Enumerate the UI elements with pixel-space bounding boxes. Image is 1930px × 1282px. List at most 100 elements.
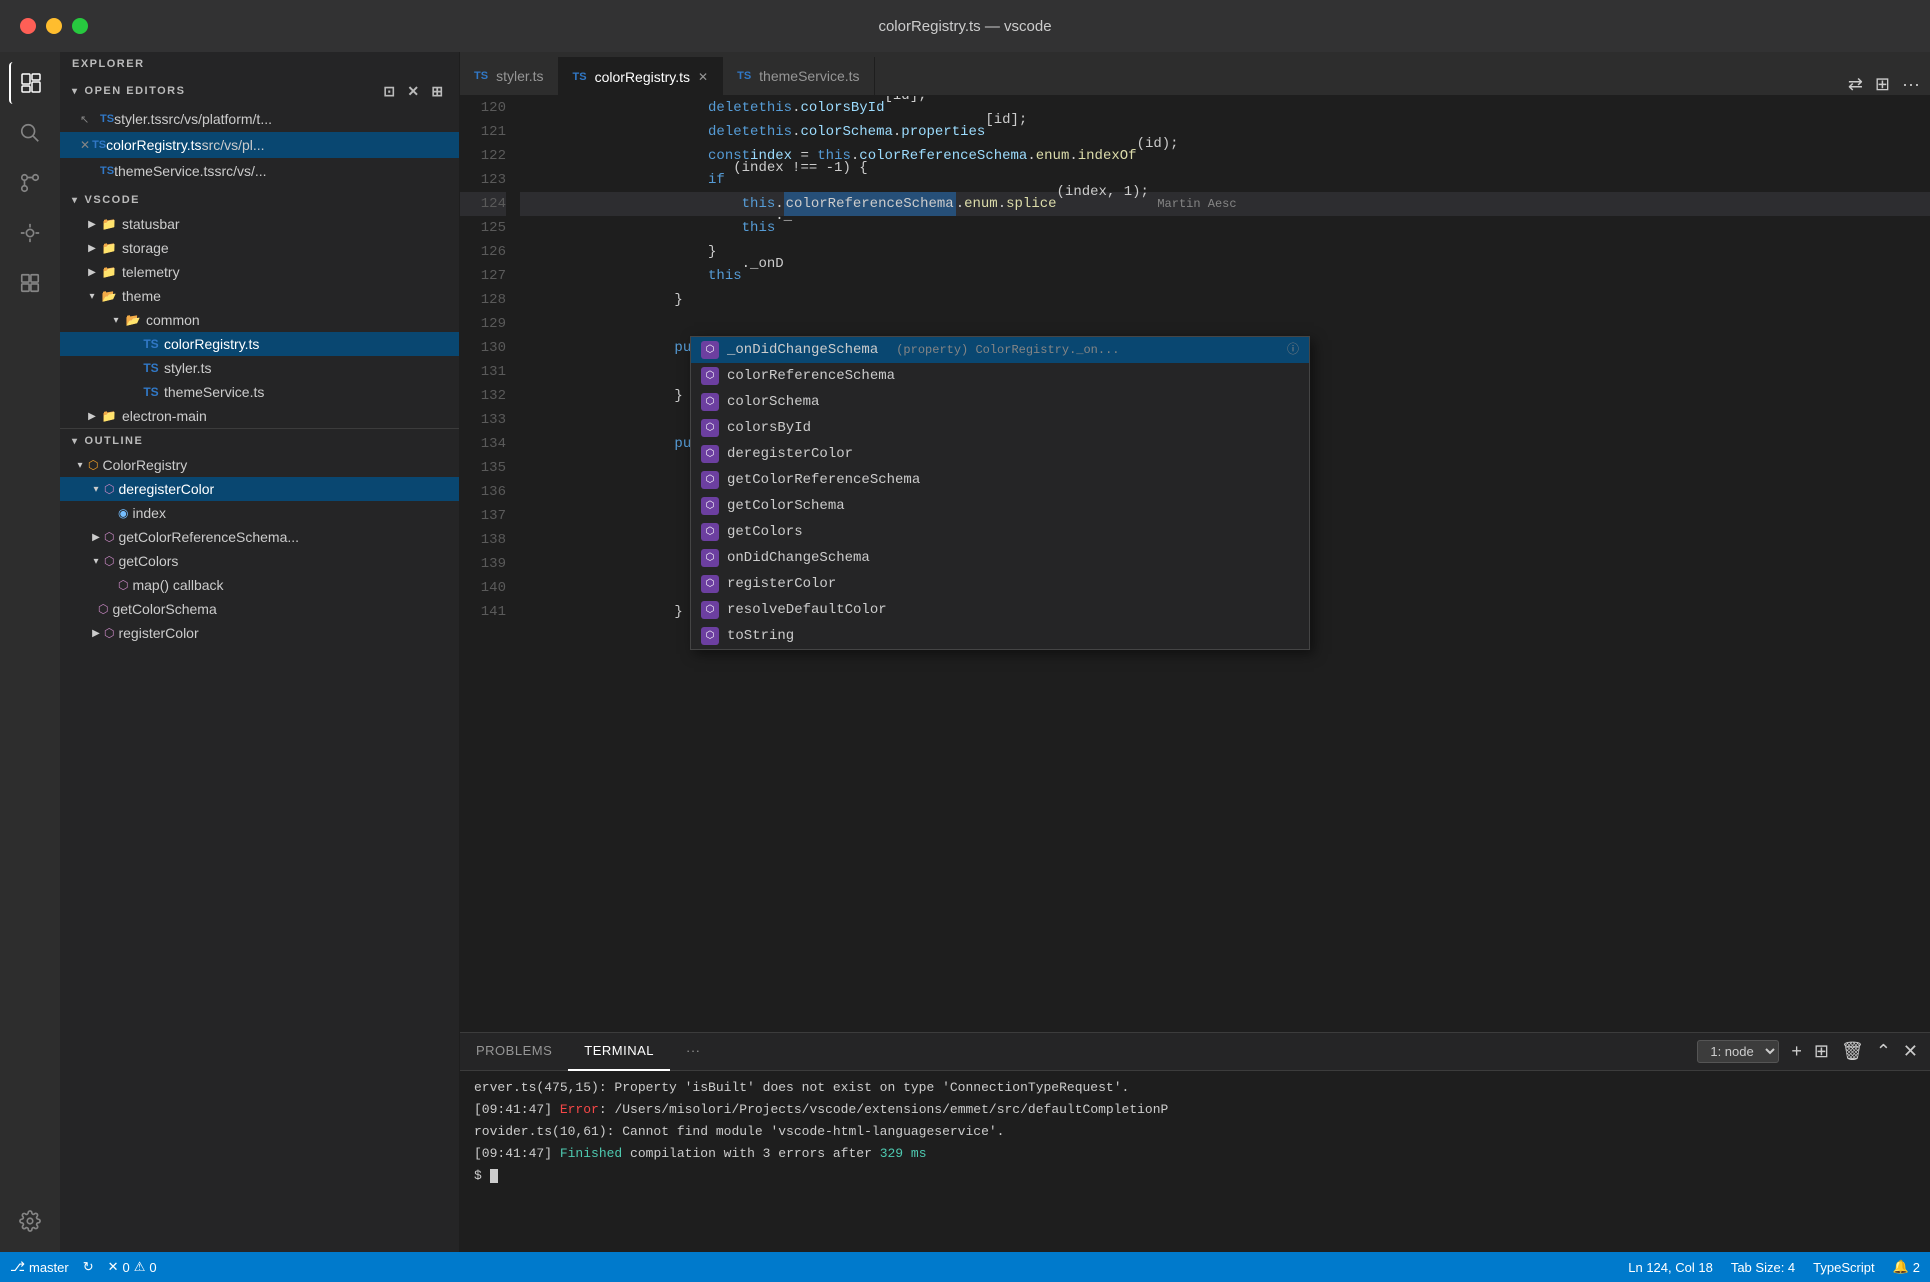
open-editor-colorregistry[interactable]: ✕ TS colorRegistry.ts src/vs/pl... [60,132,459,158]
ac-property-icon: ⬡ [701,341,719,359]
ac-item-getColors[interactable]: ⬡ getColors [691,519,1309,545]
git-branch[interactable]: ⎇ master [10,1259,69,1275]
error-icon: ✕ [108,1259,119,1275]
maximize-button[interactable] [72,18,88,34]
expand-arrow-icon: ▶ [84,216,100,232]
method-icon: ⬡ [104,626,114,640]
open-editor-styler[interactable]: ↖ TS styler.ts src/vs/platform/t... [60,106,459,132]
more-actions-icon[interactable]: ··· [1902,74,1920,95]
tree-colorregistry[interactable]: TS colorRegistry.ts [60,332,459,356]
activity-debug[interactable] [9,212,51,254]
code-line-120: delete this.colorsById[id]; [520,96,1930,120]
autocomplete-dropdown[interactable]: ⬡ _onDidChangeSchema (property) ColorReg… [690,336,1310,650]
warning-count: 0 [149,1260,156,1275]
tree-electron-main[interactable]: ▶ 📁 electron-main [60,404,459,428]
tree-theme[interactable]: ▾ 📂 theme [60,284,459,308]
ac-item-getColorSchema[interactable]: ⬡ getColorSchema [691,493,1309,519]
ac-item-colorReferenceSchema[interactable]: ⬡ colorReferenceSchema [691,363,1309,389]
cursor-position[interactable]: Ln 124, Col 18 [1628,1260,1713,1275]
tree-styler[interactable]: TS styler.ts [60,356,459,380]
split-terminal-icon[interactable]: ⊞ [1814,1041,1829,1062]
outline-header[interactable]: ▾ OUTLINE [60,429,459,453]
ac-item-colorSchema[interactable]: ⬡ colorSchema [691,389,1309,415]
toggle-panel-icon[interactable]: ⊞ [1875,74,1890,95]
tree-common[interactable]: ▾ 📂 common [60,308,459,332]
tree-storage[interactable]: ▶ 📁 storage [60,236,459,260]
outline-deregistercolor[interactable]: ▾ ⬡ deregisterColor [60,477,459,501]
activity-settings[interactable] [9,1200,51,1242]
panel-tab-terminal[interactable]: TERMINAL [568,1033,670,1071]
ac-item-onDidChangeSchema[interactable]: ⬡ onDidChangeSchema [691,545,1309,571]
minimize-button[interactable] [46,18,62,34]
tab-close-icon[interactable]: ✕ [698,70,708,84]
terminal-content[interactable]: erver.ts(475,15): Property 'isBuilt' doe… [460,1071,1930,1252]
tab-colorregistry[interactable]: TS colorRegistry.ts ✕ [559,57,724,95]
terminal-selector[interactable]: 1: node [1697,1040,1779,1063]
tree-statusbar[interactable]: ▶ 📁 statusbar [60,212,459,236]
outline-colorregistry[interactable]: ▾ ⬡ ColorRegistry [60,453,459,477]
terminal-line-3: rovider.ts(10,61): Cannot find module 'v… [474,1121,1916,1143]
outline-index[interactable]: ◉ index [60,501,459,525]
bell-icon: 🔔 [1893,1259,1909,1275]
add-terminal-icon[interactable]: + [1791,1041,1802,1062]
expand-arrow-icon: ▶ [84,240,100,256]
file-tree: ↖ TS styler.ts src/vs/platform/t... ✕ TS… [60,106,459,1252]
ac-property-icon: ⬡ [701,393,719,411]
ac-method-icon: ⬡ [701,601,719,619]
panel-tab-problems[interactable]: PROBLEMS [460,1033,568,1071]
close-panel-icon[interactable]: ✕ [1903,1041,1918,1062]
language-mode[interactable]: TypeScript [1813,1260,1874,1275]
ac-item-resolveDefaultColor[interactable]: ⬡ resolveDefaultColor [691,597,1309,623]
tree-themeservice[interactable]: TS themeService.ts [60,380,459,404]
branch-name: master [29,1260,69,1275]
close-all-icon[interactable]: ✕ [405,82,423,100]
warning-icon: ⚠ [134,1259,146,1275]
ac-item-getColorReferenceSchema[interactable]: ⬡ getColorReferenceSchema [691,467,1309,493]
activity-extensions[interactable] [9,262,51,304]
activity-bar [0,52,60,1252]
ac-item-registerColor[interactable]: ⬡ registerColor [691,571,1309,597]
split-editor-icon[interactable]: ⇄ [1848,74,1863,95]
git-branch-icon: ⎇ [10,1259,25,1275]
activity-explorer[interactable] [9,62,51,104]
ac-item-colorsById[interactable]: ⬡ colorsById [691,415,1309,441]
outline-getcolors[interactable]: ▾ ⬡ getColors [60,549,459,573]
ac-item-deregisterColor[interactable]: ⬡ deregisterColor [691,441,1309,467]
activity-source-control[interactable] [9,162,51,204]
tab-size[interactable]: Tab Size: 4 [1731,1260,1795,1275]
open-editor-themeservice[interactable]: TS themeService.ts src/vs/... [60,158,459,184]
outline-registercolor[interactable]: ▶ ⬡ registerColor [60,621,459,645]
editor-content: 120 121 122 123 124 125 126 127 128 129 … [460,96,1930,1032]
ac-item-onDidChangeSchema[interactable]: ⬡ _onDidChangeSchema (property) ColorReg… [691,337,1309,363]
editor-area: TS styler.ts TS colorRegistry.ts ✕ TS th… [460,52,1930,1252]
delete-terminal-icon[interactable]: 🗑 [1841,1041,1864,1062]
save-all-icon[interactable]: ⊡ [381,82,399,100]
split-icon[interactable]: ⊞ [429,82,447,100]
ac-item-toString[interactable]: ⬡ toString [691,623,1309,649]
outline-getcolorrefschema[interactable]: ▶ ⬡ getColorReferenceSchema... [60,525,459,549]
open-editors-header[interactable]: ▾ OPEN EDITORS ⊡ ✕ ⊞ [60,76,459,106]
folder-open-icon: 📂 [124,311,142,329]
tree-telemetry[interactable]: ▶ 📁 telemetry [60,260,459,284]
close-file-icon[interactable]: ✕ [80,138,90,152]
outline-map-callback[interactable]: ⬡ map() callback [60,573,459,597]
maximize-panel-icon[interactable]: ⌃ [1876,1041,1891,1062]
sync-icon-item[interactable]: ↻ [83,1259,94,1275]
errors-item[interactable]: ✕ 0 ⚠ 0 [108,1259,157,1275]
panel-tab-more[interactable]: ··· [670,1033,717,1071]
activity-search[interactable] [9,112,51,154]
explorer-label: EXPLORER [72,58,145,70]
ts-file-icon: TS [142,335,160,353]
outline-getcolorschema[interactable]: ⬡ getColorSchema [60,597,459,621]
notifications[interactable]: 🔔 2 [1893,1259,1920,1275]
code-line-128: } [520,288,1930,312]
close-button[interactable] [20,18,36,34]
code-area[interactable]: delete this.colorsById[id]; delete this.… [520,96,1930,1032]
tab-themeservice[interactable]: TS themeService.ts [723,57,874,95]
folder-open-icon: 📂 [100,287,118,305]
tab-styler[interactable]: TS styler.ts [460,57,559,95]
open-editors-label: OPEN EDITORS [85,85,186,97]
vscode-section-header[interactable]: ▾ VSCODE [60,188,459,212]
panel-actions: 1: node + ⊞ 🗑 ⌃ ✕ [1685,1040,1930,1063]
status-bar: ⎇ master ↻ ✕ 0 ⚠ 0 Ln 124, Col 18 Tab Si… [0,1252,1930,1282]
